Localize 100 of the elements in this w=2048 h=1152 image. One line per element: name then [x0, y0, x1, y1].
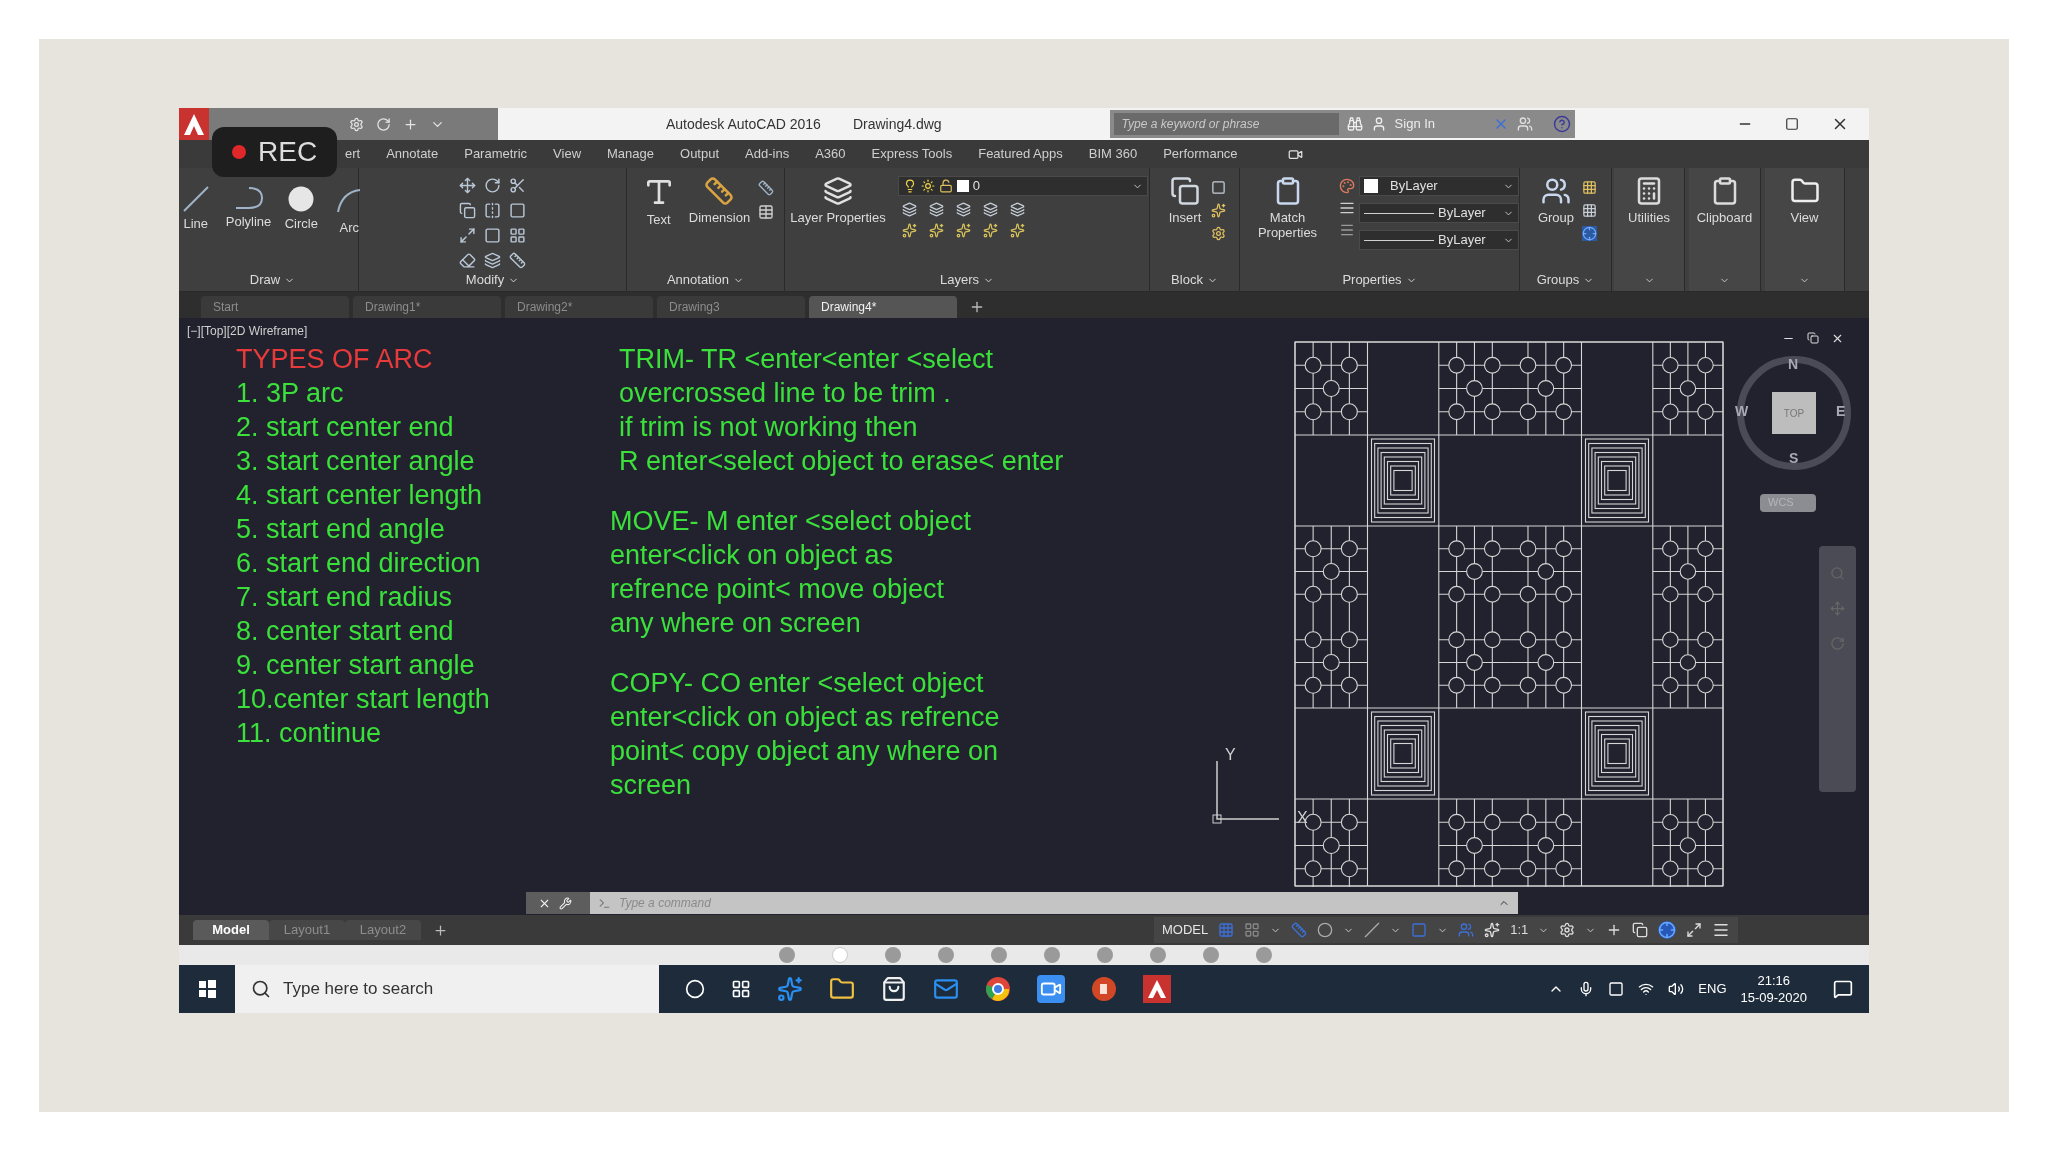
- ribbon-tool-button[interactable]: Dimension: [684, 176, 755, 225]
- panel-title[interactable]: Properties: [1342, 270, 1417, 290]
- community-icon[interactable]: [1516, 116, 1533, 132]
- panel-title[interactable]: Groups: [1536, 270, 1595, 290]
- ribbon-tool-button[interactable]: Arc: [327, 186, 372, 269]
- erase-icon[interactable]: [459, 251, 476, 269]
- ribbon-tool-button[interactable]: Insert: [1163, 176, 1207, 225]
- panel-title[interactable]: Modify: [465, 270, 520, 290]
- panel-title[interactable]: Block: [1171, 270, 1218, 290]
- arc-type-item: 5. start end angle: [236, 513, 446, 546]
- panel-title[interactable]: Draw: [249, 270, 296, 290]
- store-icon[interactable]: [881, 976, 907, 1002]
- arc-type-item: 3. start center angle: [236, 445, 476, 478]
- color-swatch-icon: [1364, 179, 1378, 193]
- binoculars-icon[interactable]: [1346, 116, 1363, 132]
- ribbon-tool-button[interactable]: Circle: [279, 186, 324, 269]
- new-tab-icon[interactable]: [969, 299, 985, 315]
- ribbon-tool-button[interactable]: View: [1782, 176, 1827, 269]
- ribbon-tab[interactable]: BIM 360: [1088, 144, 1138, 164]
- view-cube-ring[interactable]: N W TOP E S: [1737, 356, 1851, 470]
- ribbon-tab[interactable]: ert: [345, 144, 361, 164]
- compass-label: W: [1735, 402, 1749, 421]
- ribbon-tool-button[interactable]: Group: [1533, 176, 1579, 225]
- menu-icon[interactable]: [1712, 921, 1731, 939]
- trim-icon[interactable]: [509, 176, 526, 194]
- ribbon-tool-button[interactable]: Text: [636, 176, 681, 227]
- notification-icon[interactable]: [1833, 979, 1853, 999]
- file-tab[interactable]: Drawing4*: [809, 296, 957, 318]
- mail-icon[interactable]: [933, 976, 959, 1002]
- ribbon-tab[interactable]: Performance: [1163, 144, 1238, 164]
- ribbon-tab[interactable]: Add-ins: [745, 144, 790, 164]
- model-space-toggle[interactable]: MODEL: [1162, 920, 1209, 940]
- orbit-icon: [1830, 636, 1845, 651]
- clock-date[interactable]: 15-09-2020: [1740, 989, 1807, 1006]
- ribbon-tool-button[interactable]: Layer Properties: [786, 176, 890, 225]
- property-dropdown[interactable]: ByLayer: [1359, 230, 1519, 250]
- language-indicator[interactable]: ENG: [1698, 979, 1727, 999]
- sun-icon: [920, 179, 935, 193]
- ribbon-tool-button[interactable]: Match Properties: [1240, 176, 1335, 240]
- lineweight-icon[interactable]: [1339, 222, 1355, 238]
- add-layout-icon[interactable]: [433, 922, 448, 938]
- pan-icon: [1830, 601, 1845, 616]
- restore-icon[interactable]: [1807, 332, 1819, 344]
- toolbar-tool-icon[interactable]: [376, 116, 391, 132]
- linetype-icon[interactable]: [1339, 200, 1355, 216]
- ribbon-tool-button[interactable]: Polyline: [221, 186, 276, 269]
- ribbon-tab[interactable]: Manage: [607, 144, 654, 164]
- ribbon-tab[interactable]: Output: [680, 144, 720, 164]
- property-dropdown[interactable]: ByLayer: [1359, 176, 1519, 196]
- ribbon-tab[interactable]: Annotate: [386, 144, 439, 164]
- ribbon-tab[interactable]: View: [553, 144, 582, 164]
- dimension-icon: [704, 176, 735, 206]
- settings-icon[interactable]: [1559, 922, 1576, 938]
- wifi-icon[interactable]: [1638, 981, 1655, 997]
- ribbon-tab[interactable]: Express Tools: [871, 144, 953, 164]
- wrench-icon[interactable]: [559, 896, 572, 910]
- taskbar-search-field[interactable]: Type here to search: [235, 965, 659, 1013]
- panel-title[interactable]: Annotation: [666, 270, 745, 290]
- close-icon[interactable]: [1831, 332, 1844, 345]
- presentation-app-icon[interactable]: [1091, 976, 1117, 1002]
- clock-time[interactable]: 21:16: [1757, 972, 1790, 989]
- palette-icon[interactable]: [1339, 178, 1355, 194]
- ribbon-tab[interactable]: Parametric: [464, 144, 528, 164]
- window-title: Autodesk AutoCAD 2016: [666, 114, 821, 134]
- layout-tab[interactable]: Model: [193, 920, 269, 940]
- toolbar-tool-icon[interactable]: [349, 116, 364, 132]
- rotate-icon[interactable]: [484, 176, 501, 194]
- fullscreen-icon[interactable]: [1686, 922, 1703, 938]
- maximize-icon[interactable]: [1785, 117, 1799, 131]
- terminal-icon: [598, 896, 611, 910]
- ribbon-tool-button[interactable]: Line: [179, 186, 218, 269]
- ribbon-tab[interactable]: A360: [815, 144, 846, 164]
- arc-type-item: 2. start center end: [236, 411, 455, 444]
- layer-dropdown[interactable]: 0: [897, 176, 1148, 196]
- ribbon-tool-button[interactable]: Utilities: [1624, 176, 1674, 269]
- volume-icon[interactable]: [1668, 981, 1685, 997]
- recording-label: REC: [258, 135, 318, 169]
- help-icon[interactable]: [1552, 115, 1571, 133]
- move-icon[interactable]: [459, 176, 476, 194]
- app-logo-icon[interactable]: [1143, 975, 1171, 1003]
- folder-icon[interactable]: [829, 976, 855, 1002]
- ribbon-tool-button[interactable]: Clipboard: [1692, 176, 1757, 269]
- app-logo-icon[interactable]: [179, 108, 209, 140]
- arc-type-item: 4. start center length: [236, 479, 484, 512]
- ribbon-tab[interactable]: Featured Apps: [978, 144, 1063, 164]
- command-note: MOVE- M enter <select object enter<click on object as refrence point< move object any where on screen: [610, 505, 971, 640]
- video-call-icon[interactable]: [1037, 975, 1065, 1003]
- viewport-label[interactable]: [−][Top][2D Wireframe]: [187, 322, 610, 340]
- panel-title[interactable]: Layers: [940, 270, 994, 290]
- property-dropdown[interactable]: ByLayer: [1359, 203, 1519, 223]
- table-icon[interactable]: [758, 204, 775, 220]
- axis-label: X: [1297, 808, 1308, 828]
- copy-icon[interactable]: [459, 201, 476, 219]
- mirror-icon[interactable]: [484, 201, 501, 219]
- array-icon[interactable]: [509, 226, 526, 244]
- arc-type-item: 9. center start angle: [236, 649, 476, 682]
- arc-type-item: 7. start end radius: [236, 581, 454, 614]
- toolbar-tool-icon[interactable]: [403, 116, 418, 132]
- annotation-scale[interactable]: 1:1: [1510, 920, 1529, 940]
- arc-type-item: 8. center start end: [236, 615, 455, 648]
